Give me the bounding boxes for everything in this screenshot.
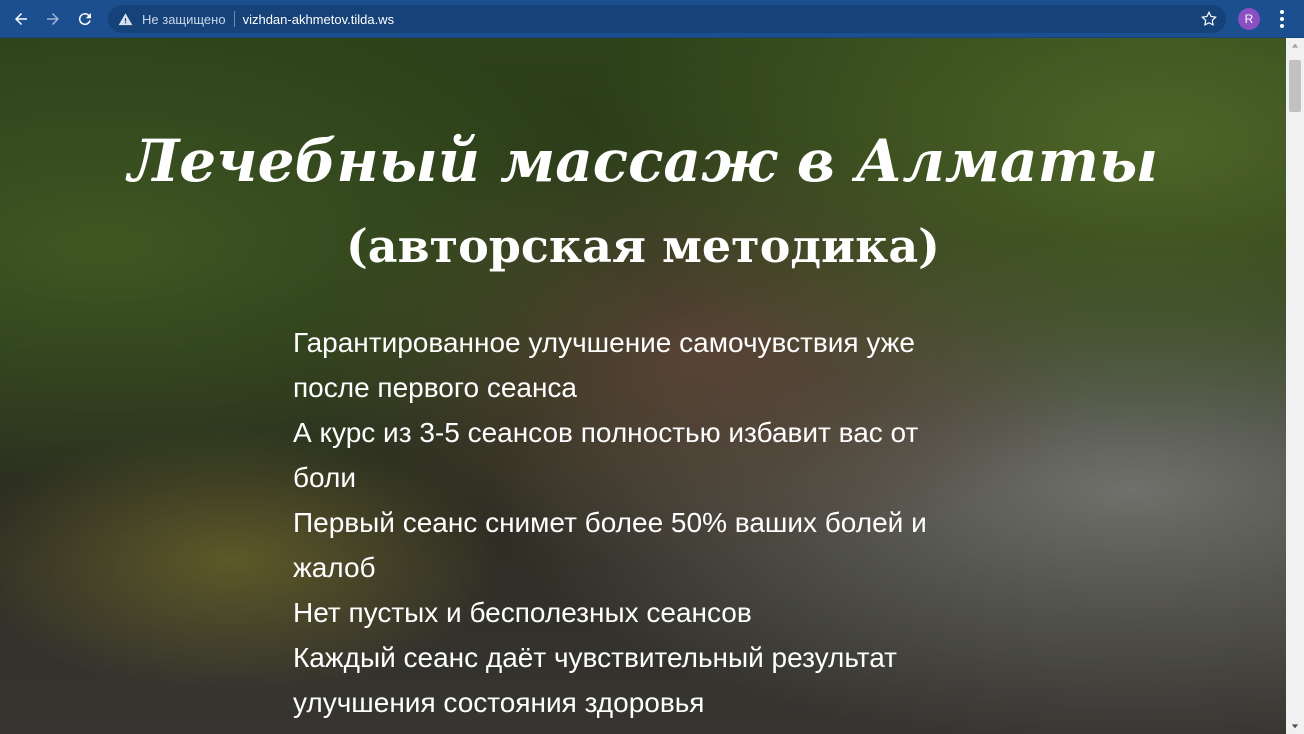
- profile-avatar[interactable]: R: [1238, 8, 1260, 30]
- benefit-line: улучшения состояния здоровья: [293, 687, 705, 718]
- omnibox-divider: [233, 11, 235, 27]
- benefit-line: Каждый сеанс даёт чувствительный результ…: [293, 642, 898, 673]
- benefit-line: Нет пустых и бесполезных сеансов: [293, 597, 752, 628]
- security-status-label[interactable]: Не защищено: [142, 12, 226, 27]
- browser-toolbar: Не защищено vizhdan-akhmetov.tilda.ws R: [0, 0, 1304, 38]
- forward-arrow-icon: [47, 12, 59, 25]
- scroll-up-arrow-icon[interactable]: [1286, 38, 1304, 54]
- star-icon[interactable]: [1200, 10, 1218, 28]
- benefit-line: боли: [293, 462, 356, 493]
- page-title: Лечебный массаж в Алматы: [127, 127, 1159, 195]
- benefit-line: Гарантированное улучшение самочувствия у…: [293, 327, 915, 358]
- reload-icon: [78, 12, 91, 25]
- warning-icon[interactable]: [118, 11, 134, 27]
- scrollbar-thumb[interactable]: [1289, 60, 1301, 112]
- hero-section: Лечебный массаж в Алматы (авторская мето…: [0, 38, 1286, 734]
- back-button[interactable]: [10, 8, 32, 30]
- page-content: Лечебный массаж в Алматы (авторская мето…: [0, 38, 1286, 734]
- menu-dot: [1280, 10, 1284, 14]
- kebab-menu-icon[interactable]: [1272, 9, 1292, 29]
- vertical-scrollbar[interactable]: [1286, 38, 1304, 734]
- back-arrow-icon: [15, 12, 27, 25]
- menu-dot: [1280, 24, 1284, 28]
- benefit-line: Первый сеанс снимет более 50% ваших боле…: [293, 507, 927, 538]
- menu-dot: [1280, 17, 1284, 21]
- benefits-list: Гарантированное улучшение самочувствия у…: [293, 320, 993, 725]
- forward-button[interactable]: [42, 8, 64, 30]
- benefit-line: А курс из 3-5 сеансов полностью избавит …: [293, 417, 919, 448]
- url-text[interactable]: vizhdan-akhmetov.tilda.ws: [243, 12, 395, 27]
- scroll-down-arrow-icon[interactable]: [1286, 718, 1304, 734]
- reload-button[interactable]: [74, 8, 96, 30]
- address-bar[interactable]: Не защищено vizhdan-akhmetov.tilda.ws: [108, 5, 1226, 33]
- benefit-line: после первого сеанса: [293, 372, 577, 403]
- benefit-line: жалоб: [293, 552, 376, 583]
- page-subtitle: (авторская методика): [346, 219, 940, 273]
